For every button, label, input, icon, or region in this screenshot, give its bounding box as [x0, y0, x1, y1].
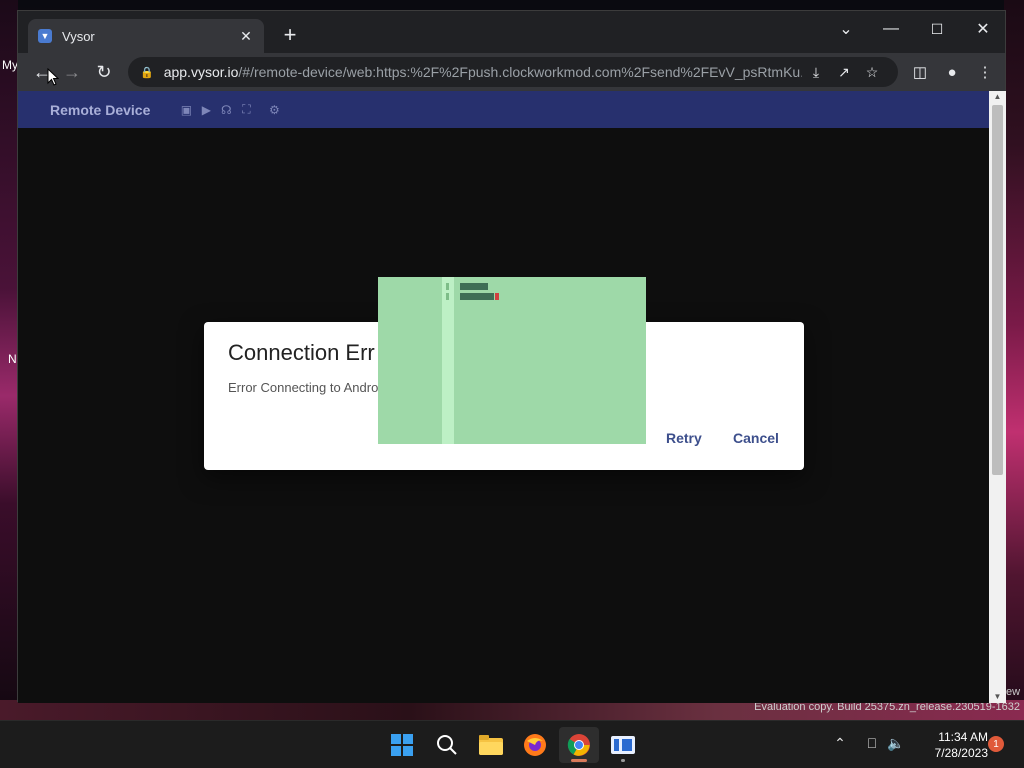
- clock-time: 11:34 AM: [938, 730, 988, 744]
- url-host: app.vysor.io: [163, 64, 239, 80]
- menu-kebab-icon[interactable]: ⋮: [973, 60, 997, 84]
- start-icon[interactable]: [382, 727, 422, 763]
- tab-title: Vysor: [62, 28, 95, 44]
- address-bar[interactable]: 🔒 app.vysor.io /#/remote-device/web:http…: [128, 57, 898, 87]
- overlay-bar: [460, 283, 488, 290]
- browser-tab[interactable]: ▼ Vysor ✕: [28, 19, 264, 53]
- dialog-title: Connection Err: [228, 340, 375, 365]
- desktop-side-text: ew: [1006, 686, 1021, 698]
- volume-icon[interactable]: 🔈: [886, 735, 906, 752]
- page-scrollbar[interactable]: ▲ ▼: [989, 91, 1006, 703]
- close-icon[interactable]: ✕: [968, 17, 998, 41]
- chrome-icon[interactable]: [559, 727, 599, 763]
- retry-button[interactable]: Retry: [666, 430, 702, 446]
- overlay-dot: [446, 283, 449, 290]
- running-app-indicator: [621, 759, 625, 762]
- profile-icon[interactable]: ●: [940, 60, 964, 84]
- url-path: /#/remote-device/web:https:%2F%2Fpush.cl…: [238, 64, 802, 80]
- video-icon[interactable]: ▶: [196, 103, 216, 117]
- reload-icon[interactable]: ↻: [92, 60, 116, 84]
- file-explorer-icon[interactable]: [471, 727, 511, 763]
- gear-icon[interactable]: ⚙: [264, 103, 284, 117]
- browser-titlebar: ▼ Vysor ✕ + ⌄ — ☐ ✕: [18, 11, 1005, 53]
- minimize-icon[interactable]: —: [876, 17, 906, 41]
- search-icon[interactable]: [427, 727, 467, 763]
- active-app-indicator: [571, 759, 587, 762]
- side-panel-icon[interactable]: ◫: [908, 60, 932, 84]
- browser-toolbar: ← → ↻ 🔒 app.vysor.io /#/remote-device/we…: [18, 53, 1005, 91]
- forward-icon[interactable]: →: [60, 60, 84, 84]
- overlay-dot: [446, 293, 449, 300]
- vysor-icon: ▼: [38, 29, 52, 43]
- desktop-wallpaper-right: [1004, 0, 1024, 720]
- camera-icon[interactable]: ▣: [176, 103, 196, 117]
- app-header: Remote Device ▣ ▶ ☊ ⛶ ⚙: [18, 91, 989, 128]
- fullscreen-icon[interactable]: ⛶: [236, 102, 256, 117]
- vysor-app-icon[interactable]: [603, 727, 643, 763]
- taskbar: ⌃ ⎕ 🔈 11:34 AM 7/28/2023: [0, 720, 1024, 768]
- tab-close-icon[interactable]: ✕: [238, 28, 254, 45]
- headphones-icon[interactable]: ☊: [216, 103, 236, 117]
- tab-search-icon[interactable]: ⌄: [831, 17, 861, 41]
- desktop-icon-label[interactable]: My: [2, 58, 18, 72]
- bookmark-star-icon[interactable]: ☆: [858, 64, 886, 81]
- desktop-icon-label[interactable]: N: [8, 352, 17, 366]
- scroll-down-icon[interactable]: ▼: [989, 691, 1006, 703]
- overlay-marker: [495, 293, 499, 300]
- network-icon[interactable]: ⎕: [862, 735, 882, 752]
- notification-badge[interactable]: 1: [988, 736, 1004, 752]
- share-icon[interactable]: ↗: [830, 64, 858, 81]
- scroll-up-icon[interactable]: ▲: [989, 91, 1006, 103]
- install-app-icon[interactable]: ⤓: [802, 64, 830, 81]
- cancel-button[interactable]: Cancel: [733, 430, 779, 446]
- maximize-icon[interactable]: ☐: [922, 17, 952, 41]
- overlay-stripe: [442, 277, 454, 444]
- dialog-message: Error Connecting to Andro: [228, 380, 379, 395]
- scroll-thumb[interactable]: [992, 105, 1003, 475]
- firefox-icon[interactable]: [515, 727, 555, 763]
- system-clock[interactable]: 11:34 AM 7/28/2023: [912, 729, 988, 761]
- green-overlay-window: [378, 277, 646, 444]
- app-title: Remote Device: [50, 101, 151, 118]
- show-hidden-icons-icon[interactable]: ⌃: [830, 735, 850, 752]
- lock-icon[interactable]: 🔒: [140, 66, 154, 79]
- mouse-cursor-icon: [47, 68, 59, 86]
- new-tab-button[interactable]: +: [278, 23, 302, 47]
- clock-date: 7/28/2023: [934, 746, 988, 760]
- overlay-bar: [460, 293, 494, 300]
